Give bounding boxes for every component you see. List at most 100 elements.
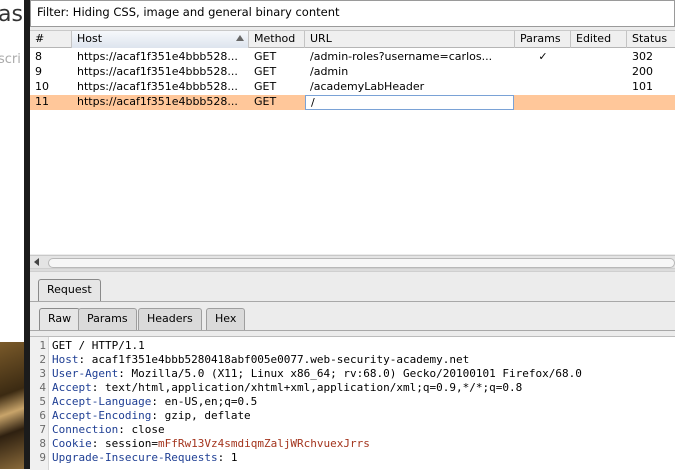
column-header-number[interactable]: #	[30, 31, 72, 48]
cookie-value: mFfRw13Vz4smdiqmZaljWRchvuexJrrs	[157, 437, 370, 450]
request-editor[interactable]: 1 GET / HTTP/1.1 2 Host: acaf1f351e4bbb5280…	[30, 336, 675, 470]
proxy-history-table: # Host Method URL Params Edited Status 8…	[30, 30, 675, 269]
background-subtitle-fragment: scri	[0, 52, 21, 67]
request-line: 2 Host: acaf1f351e4bbb5280418abf005e0077.…	[30, 353, 675, 367]
line-content: Accept-Encoding: gzip, deflate	[52, 409, 251, 423]
header-value: 1	[224, 451, 238, 464]
request-line: 8 Cookie: session=mFfRw13Vz4smdiqmZaljWRc…	[30, 437, 675, 451]
tab-hex[interactable]: Hex	[206, 308, 246, 330]
request-line: 3 User-Agent: Mozilla/5.0 (X11; Linux x86…	[30, 367, 675, 381]
cell-host: https://acaf1f351e4bbb528...	[77, 65, 238, 78]
request-line: 4 Accept: text/html,application/xhtml+xml…	[30, 381, 675, 395]
line-number: 3	[39, 367, 46, 380]
cell-url: /academyLabHeader	[310, 80, 425, 93]
background-window: as scri	[0, 0, 24, 469]
line-content: User-Agent: Mozilla/5.0 (X11; Linux x86_…	[52, 367, 582, 381]
cell-method: GET	[254, 65, 277, 78]
request-line: 1 GET / HTTP/1.1	[30, 339, 675, 353]
line-number: 2	[39, 353, 46, 366]
line-number: 5	[39, 395, 46, 408]
column-header-method[interactable]: Method	[249, 31, 305, 48]
header-value: Mozilla/5.0 (X11; Linux x86_64; rv:68.0)…	[124, 367, 582, 380]
cell-url-focused[interactable]: /	[305, 95, 514, 110]
column-header-params[interactable]: Params	[515, 31, 571, 48]
header-value: close	[124, 423, 165, 436]
tab-params[interactable]: Params	[78, 308, 137, 330]
line-number: 1	[39, 339, 46, 352]
line-content: Connection: close	[52, 423, 165, 437]
cell-edited	[571, 80, 627, 95]
header-name: User-Agent	[52, 367, 119, 380]
header-name: Connection	[52, 423, 119, 436]
cell-url: /admin-roles?username=carlos...	[310, 50, 493, 63]
request-line: 5 Accept-Language: en-US,en;q=0.5	[30, 395, 675, 409]
filter-text: Filter: Hiding CSS, image and general bi…	[37, 5, 340, 19]
line-content: Accept: text/html,application/xhtml+xml,…	[52, 381, 522, 395]
background-title-fragment: as	[0, 2, 23, 27]
cell-edited	[571, 50, 627, 65]
cell-status	[627, 95, 675, 110]
line-content: Host: acaf1f351e4bbb5280418abf005e0077.w…	[52, 353, 469, 367]
cell-host: https://acaf1f351e4bbb528...	[77, 95, 238, 108]
header-separator: :	[118, 367, 125, 380]
header-value: gzip, deflate	[157, 409, 251, 422]
scrollbar-thumb[interactable]	[48, 258, 675, 268]
cell-edited	[571, 95, 627, 110]
table-row-selected[interactable]: 11 https://acaf1f351e4bbb528... GET /	[30, 95, 675, 110]
header-name: Host	[52, 353, 79, 366]
column-header-url[interactable]: URL	[305, 31, 515, 48]
request-line: 7 Connection: close	[30, 423, 675, 437]
header-name: Accept-Encoding	[52, 409, 152, 422]
column-header-edited[interactable]: Edited	[571, 31, 627, 48]
tab-request[interactable]: Request	[38, 279, 101, 301]
header-separator: :	[151, 395, 158, 408]
request-line-text: GET / HTTP/1.1	[52, 339, 145, 352]
table-row[interactable]: 9 https://acaf1f351e4bbb528... GET /admi…	[30, 65, 675, 80]
horizontal-scrollbar[interactable]	[30, 255, 675, 269]
background-image	[0, 342, 24, 469]
pane-splitter[interactable]	[30, 268, 675, 272]
cell-number: 11	[35, 95, 49, 108]
header-separator: :	[118, 423, 125, 436]
tab-raw[interactable]: Raw	[39, 308, 81, 330]
line-number: 4	[39, 381, 46, 394]
scroll-left-arrow-icon[interactable]	[34, 258, 39, 266]
header-value: session=	[98, 437, 158, 450]
header-name: Accept	[52, 381, 92, 394]
cell-number: 10	[35, 80, 49, 93]
tab-headers[interactable]: Headers	[138, 308, 202, 330]
cell-params	[515, 65, 571, 80]
column-header-status[interactable]: Status	[627, 31, 675, 48]
header-name: Upgrade-Insecure-Requests	[52, 451, 218, 464]
burp-proxy-history: Filter: Hiding CSS, image and general bi…	[30, 0, 675, 470]
column-header-host[interactable]: Host	[72, 31, 249, 48]
cell-params	[515, 80, 571, 95]
column-header-host-label: Host	[77, 32, 103, 45]
table-row[interactable]: 8 https://acaf1f351e4bbb528... GET /admi…	[30, 50, 675, 65]
line-content: Cookie: session=mFfRw13Vz4smdiqmZaljWRch…	[52, 437, 370, 451]
filter-bar[interactable]: Filter: Hiding CSS, image and general bi…	[30, 0, 675, 27]
cell-url: /admin	[310, 65, 349, 78]
cell-number: 9	[35, 65, 42, 78]
line-number: 6	[39, 409, 46, 422]
table-row[interactable]: 10 https://acaf1f351e4bbb528... GET /aca…	[30, 80, 675, 95]
request-line: 6 Accept-Encoding: gzip, deflate	[30, 409, 675, 423]
cell-params-check-icon: ✓	[538, 50, 548, 63]
cell-method: GET	[254, 80, 277, 93]
tab-divider	[30, 301, 675, 302]
cell-host: https://acaf1f351e4bbb528...	[77, 80, 238, 93]
header-value: text/html,application/xhtml+xml,applicat…	[98, 381, 523, 394]
cell-params	[515, 95, 571, 110]
line-content: Accept-Language: en-US,en;q=0.5	[52, 395, 257, 409]
line-number: 8	[39, 437, 46, 450]
header-value: en-US,en;q=0.5	[157, 395, 258, 408]
header-separator: :	[151, 409, 158, 422]
request-line: 9 Upgrade-Insecure-Requests: 1	[30, 451, 675, 465]
header-name: Accept-Language	[52, 395, 152, 408]
cell-status: 302	[632, 50, 653, 63]
line-content: GET / HTTP/1.1	[52, 339, 145, 353]
header-name: Cookie	[52, 437, 92, 450]
cell-host: https://acaf1f351e4bbb528...	[77, 50, 238, 63]
header-value: acaf1f351e4bbb5280418abf005e0077.web-sec…	[85, 353, 470, 366]
line-number: 7	[39, 423, 46, 436]
